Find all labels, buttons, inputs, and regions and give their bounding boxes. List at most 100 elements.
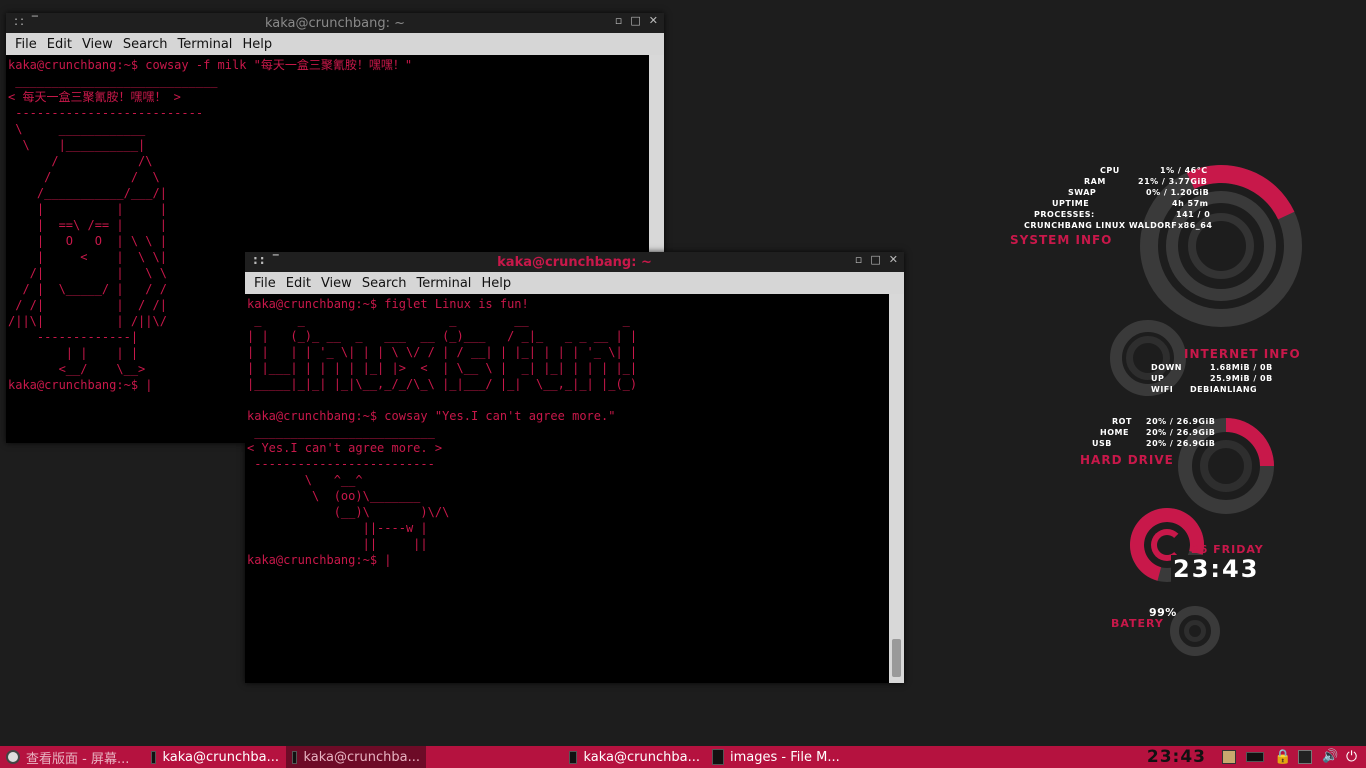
clock-time: 23:43 <box>1171 555 1262 583</box>
rot-value: 20% / 26.9GiB <box>1146 417 1216 426</box>
uptime-row: UPTIME <box>1052 199 1089 208</box>
window-menu-icon[interactable]: :: ‾ <box>14 14 40 28</box>
battery-label: BATERY <box>1111 617 1164 630</box>
menu-view[interactable]: View <box>77 37 118 52</box>
uptime-value: 4h 57m <box>1172 199 1209 208</box>
volume-icon[interactable]: 🔊 <box>1322 750 1338 764</box>
task-terminal-1[interactable]: kaka@crunchba... <box>145 746 285 768</box>
menu-help[interactable]: Help <box>237 37 277 52</box>
menu-view[interactable]: View <box>316 276 357 291</box>
network-icon[interactable] <box>1298 750 1312 764</box>
window-titlebar[interactable]: :: ‾ kaka@crunchbang: ~ ▫ □ ✕ <box>6 13 664 33</box>
menu-search[interactable]: Search <box>118 37 173 52</box>
processes-value: 141 / 0 <box>1176 210 1210 219</box>
file-manager-icon <box>712 749 724 765</box>
conky-clock: 26 FRIDAY 23:43 <box>1116 494 1325 596</box>
task-terminal-2[interactable]: kaka@crunchba... <box>286 746 426 768</box>
swap-value-text: 0% / 1.20GiB <box>1146 188 1210 197</box>
menu-help[interactable]: Help <box>476 276 516 291</box>
window-titlebar[interactable]: :: ‾ kaka@crunchbang: ~ ▫ □ ✕ <box>245 252 904 272</box>
close-icon[interactable]: ✕ <box>649 14 658 27</box>
menu-edit[interactable]: Edit <box>281 276 316 291</box>
uptime-value-text: 4h 57m <box>1172 199 1209 208</box>
task-label: 查看版面 - 屏幕... <box>26 751 130 767</box>
ram-row: RAM <box>1084 177 1106 186</box>
swap-label: SWAP <box>1068 188 1097 197</box>
cpu-row: CPU <box>1100 166 1120 175</box>
arch-value: x86_64 <box>1178 221 1212 230</box>
menu-search[interactable]: Search <box>357 276 412 291</box>
conky-system-info: CPU 1% / 46°C RAM 21% / 3.77GiB SWAP 0% … <box>1000 142 1325 350</box>
power-icon[interactable]: ⏻ <box>1346 750 1360 764</box>
minimize-icon[interactable]: ▫ <box>855 253 862 266</box>
swap-value: 0% / 1.20GiB <box>1146 188 1209 197</box>
cpu-label: CPU <box>1100 166 1120 175</box>
usb-value: 20% / 26.9GiB <box>1146 439 1216 448</box>
window-title: kaka@crunchbang: ~ <box>264 15 405 31</box>
terminal-output[interactable]: kaka@crunchbang:~$ figlet Linux is fun! … <box>245 294 889 683</box>
clipboard-icon[interactable] <box>1222 750 1236 764</box>
task-label: kaka@crunchba... <box>583 749 700 765</box>
processes-value-text: 141 / 0 <box>1176 210 1211 219</box>
wifi-value: DEBIANLIANG <box>1190 385 1258 394</box>
scrollbar-thumb[interactable] <box>892 639 901 677</box>
up-value: 25.9MiB / 0B <box>1210 374 1273 383</box>
task-file-manager[interactable]: images - File M... <box>706 746 851 768</box>
uptime-label: UPTIME <box>1052 199 1090 208</box>
os-label: CRUNCHBANG LINUX WALDORF <box>1024 221 1178 230</box>
hard-drive-title: HARD DRIVE <box>1080 453 1174 467</box>
conky-battery: 99% BATERY <box>1100 600 1240 660</box>
system-info-title: SYSTEM INFO <box>1010 233 1113 247</box>
processes-label: PROCESSES: <box>1034 210 1095 219</box>
rot-label: ROT <box>1112 417 1132 426</box>
terminal-icon <box>292 750 298 764</box>
task-terminal-3[interactable]: kaka@crunchba... <box>563 746 706 768</box>
system-tray: 🔒 🔊 ⏻ <box>1222 746 1360 768</box>
cpu-value-text: 1% / 46°C <box>1160 166 1208 175</box>
arch-value-text: x86_64 <box>1178 221 1213 230</box>
minimize-icon[interactable]: ▫ <box>615 14 622 27</box>
task-label: kaka@crunchba... <box>162 749 279 765</box>
window-title: kaka@crunchbang: ~ <box>497 254 652 270</box>
chrome-icon <box>6 750 20 764</box>
terminal-icon <box>569 750 578 764</box>
down-label: DOWN <box>1151 363 1182 372</box>
os-row: CRUNCHBANG LINUX WALDORF <box>1024 221 1177 230</box>
swap-row: SWAP <box>1068 188 1096 197</box>
home-label: HOME <box>1100 428 1129 437</box>
menu-edit[interactable]: Edit <box>42 37 77 52</box>
menu-file[interactable]: File <box>249 276 281 291</box>
ram-value-text: 21% / 3.77GiB <box>1138 177 1208 186</box>
down-value: 1.68MiB / 0B <box>1210 363 1273 372</box>
menu-terminal[interactable]: Terminal <box>411 276 476 291</box>
terminal-window-front[interactable]: :: ‾ kaka@crunchbang: ~ ▫ □ ✕ File Edit … <box>245 252 904 683</box>
scrollbar[interactable] <box>889 294 904 683</box>
window-menu-icon[interactable]: :: ‾ <box>253 253 281 267</box>
up-label: UP <box>1151 374 1165 383</box>
ram-value: 21% / 3.77GiB <box>1138 177 1207 186</box>
lock-icon[interactable]: 🔒 <box>1274 750 1291 764</box>
processes-row: PROCESSES: <box>1034 210 1095 219</box>
task-label: kaka@crunchba... <box>303 749 420 765</box>
close-icon[interactable]: ✕ <box>889 253 898 266</box>
menu-terminal[interactable]: Terminal <box>172 37 237 52</box>
home-value: 20% / 26.9GiB <box>1146 428 1216 437</box>
maximize-icon[interactable]: □ <box>870 253 880 266</box>
battery-icon[interactable] <box>1246 752 1264 762</box>
maximize-icon[interactable]: □ <box>630 14 640 27</box>
wifi-label: WIFI <box>1151 385 1174 394</box>
ram-label: RAM <box>1084 177 1106 186</box>
terminal-text: kaka@crunchbang:~$ figlet Linux is fun! … <box>247 297 638 567</box>
menubar: File Edit View Search Terminal Help <box>6 33 664 56</box>
battery-ring-inner <box>1184 620 1206 642</box>
taskbar-clock[interactable]: 23:43 <box>1147 747 1206 767</box>
terminal-icon <box>151 750 157 764</box>
taskbar: 查看版面 - 屏幕... kaka@crunchba... kaka@crunc… <box>0 746 1366 768</box>
usb-label: USB <box>1092 439 1112 448</box>
menubar: File Edit View Search Terminal Help <box>245 272 904 295</box>
cpu-value: 1% / 46°C <box>1160 166 1208 175</box>
task-browser[interactable]: 查看版面 - 屏幕... <box>0 746 145 768</box>
menu-file[interactable]: File <box>10 37 42 52</box>
internet-info-title: INTERNET INFO <box>1184 347 1301 361</box>
task-label: images - File M... <box>730 749 840 765</box>
